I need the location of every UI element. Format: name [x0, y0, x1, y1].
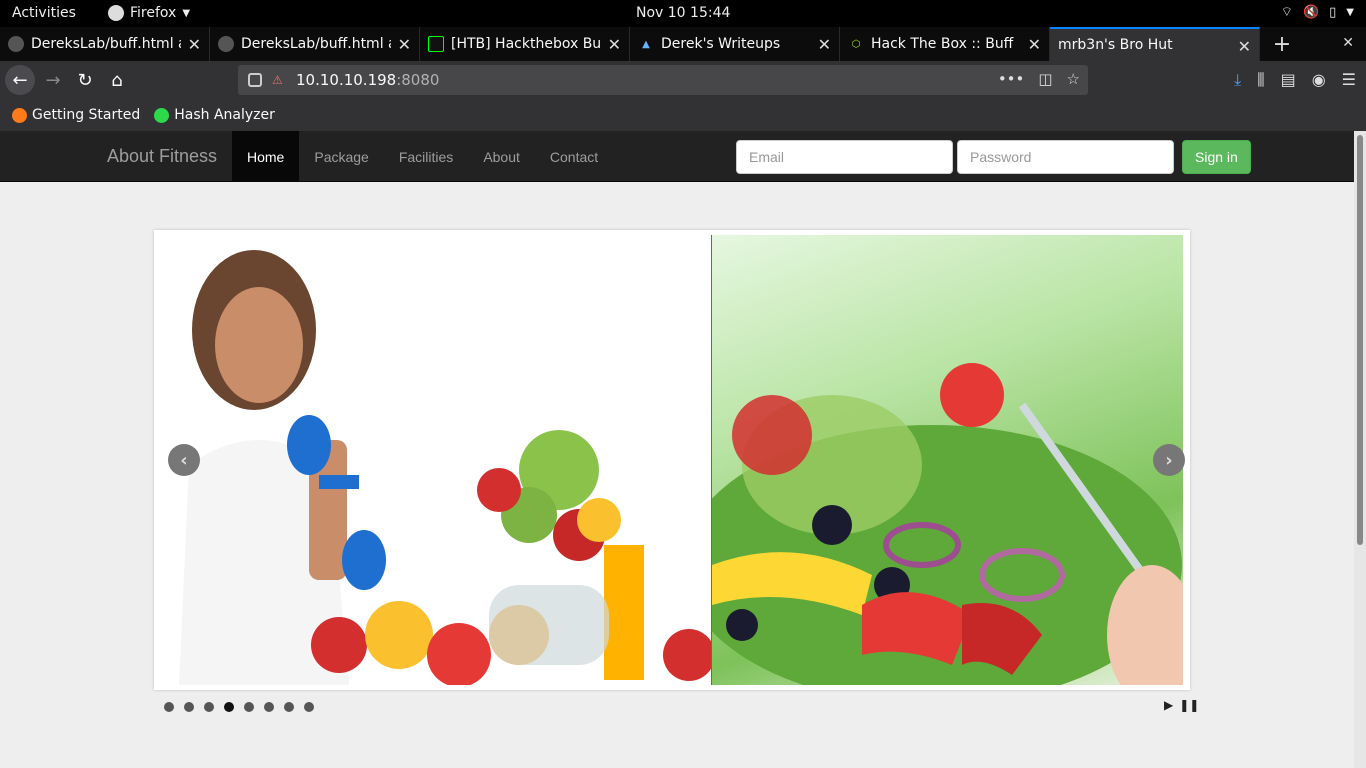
account-icon[interactable]: ◉ — [1312, 70, 1326, 90]
close-tab-icon[interactable]: ✕ — [398, 35, 411, 54]
htb-cube-icon: ⬡ — [851, 38, 861, 50]
browser-tab[interactable]: ⬡ Hack The Box :: Buff ✕ — [840, 27, 1050, 61]
slider-dot[interactable] — [284, 702, 294, 712]
nav-link-facilities[interactable]: Facilities — [384, 131, 468, 182]
close-tab-icon[interactable]: ✕ — [818, 35, 831, 54]
browser-tab[interactable]: ▲ Derek's Writeups ✕ — [630, 27, 840, 61]
tab-title: Derek's Writeups — [661, 36, 781, 52]
system-top-bar: Activities Firefox ▼ Nov 10 15:44 ⌔ 🔇 ▯ … — [0, 0, 1366, 27]
writeups-logo-icon: ▲ — [642, 38, 650, 50]
github-icon — [8, 36, 24, 52]
fitness-woman-fruit-image — [159, 235, 711, 685]
insecure-lock-icon[interactable]: ⚠ — [272, 73, 286, 87]
wifi-icon: ⌔ — [1280, 5, 1293, 20]
nav-link-package[interactable]: Package — [299, 131, 383, 182]
salad-illustration — [712, 363, 1183, 685]
system-tray[interactable]: ⌔ 🔇 ▯ ▼ — [1280, 4, 1354, 21]
site-navbar: About Fitness Home Package Facilities Ab… — [0, 131, 1354, 182]
new-tab-button[interactable]: + — [1260, 27, 1304, 61]
bookmark-item[interactable]: Getting Started — [12, 107, 140, 123]
slider-next-button[interactable]: › — [1153, 444, 1185, 476]
chevron-down-icon: ▼ — [182, 7, 191, 19]
login-form: Sign in — [736, 140, 1251, 174]
forward-button[interactable]: → — [38, 65, 68, 95]
bookmark-label: Getting Started — [32, 107, 141, 123]
hash-analyzer-icon — [154, 107, 170, 123]
salad-image — [711, 235, 1183, 685]
back-button[interactable]: ← — [5, 65, 35, 95]
slider-dot-active[interactable] — [224, 702, 234, 712]
bookmark-star-icon[interactable]: ☆ — [1067, 70, 1080, 88]
close-tab-icon[interactable]: ✕ — [188, 35, 201, 54]
firefox-icon — [108, 5, 124, 21]
reload-button[interactable]: ↻ — [70, 65, 100, 95]
tab-title: mrb3n's Bro Hut — [1058, 37, 1173, 53]
play-icon[interactable]: ▶ — [1164, 698, 1173, 712]
app-menu-label: Firefox — [130, 5, 177, 21]
web-content: About Fitness Home Package Facilities Ab… — [0, 131, 1354, 768]
firefox-icon — [12, 107, 27, 123]
browser-tab[interactable]: DereksLab/buff.html at ✕ — [210, 27, 420, 61]
email-field[interactable] — [736, 140, 953, 174]
sign-in-button[interactable]: Sign in — [1182, 140, 1251, 174]
slider-dot[interactable] — [244, 702, 254, 712]
url-port: :8080 — [396, 71, 440, 89]
pause-icon[interactable]: ❚❚ — [1179, 698, 1199, 712]
password-field[interactable] — [957, 140, 1174, 174]
close-window-icon[interactable]: ✕ — [1342, 35, 1354, 51]
url-bar[interactable]: ⚠ 10.10.10.198:8080 ••• ◫ ☆ — [238, 65, 1088, 95]
tab-strip: DereksLab/buff.html at ✕ DereksLab/buff.… — [0, 27, 1366, 61]
browser-tab[interactable]: DereksLab/buff.html at ✕ — [0, 27, 210, 61]
nav-link-contact[interactable]: Contact — [535, 131, 613, 182]
nav-link-home[interactable]: Home — [232, 131, 300, 182]
close-tab-icon[interactable]: ✕ — [1028, 35, 1041, 54]
sidebar-icon[interactable]: ▤ — [1281, 70, 1296, 90]
navigation-toolbar: ← → ↻ ⌂ ⚠ 10.10.10.198:8080 ••• ◫ ☆ ⤓ ⫼ … — [0, 61, 1366, 99]
slider-prev-button[interactable]: ‹ — [168, 444, 200, 476]
downloads-icon[interactable]: ⤓ — [1234, 70, 1241, 90]
close-tab-icon[interactable]: ✕ — [1238, 37, 1251, 56]
nav-link-about[interactable]: About — [468, 131, 535, 182]
home-button[interactable]: ⌂ — [102, 65, 132, 95]
bookmarks-toolbar: Getting Started Hash Analyzer — [0, 99, 1366, 131]
page-actions-icon[interactable]: ••• — [998, 70, 1025, 88]
bookmark-label: Hash Analyzer — [174, 107, 275, 123]
hamburger-menu-icon[interactable]: ☰ — [1342, 70, 1356, 90]
site-brand[interactable]: About Fitness — [107, 146, 217, 167]
site-nav-links: Home Package Facilities About Contact — [232, 131, 613, 182]
url-host: 10.10.10.198 — [296, 71, 397, 89]
github-icon — [218, 36, 234, 52]
tracking-shield-icon[interactable] — [248, 73, 262, 87]
slider-dot[interactable] — [264, 702, 274, 712]
battery-icon: ▯ — [1329, 4, 1337, 20]
slider-dot[interactable] — [204, 702, 214, 712]
slider-dot[interactable] — [164, 702, 174, 712]
browser-tab-active[interactable]: mrb3n's Bro Hut ✕ — [1050, 27, 1260, 61]
slider-playback-controls: ▶ ❚❚ — [1164, 698, 1199, 712]
bookmark-item[interactable]: Hash Analyzer — [154, 107, 275, 123]
close-tab-icon[interactable]: ✕ — [608, 35, 621, 54]
browser-tab[interactable]: [HTB] Hackthebox Buff ✕ — [420, 27, 630, 61]
image-slider: ‹ › — [154, 230, 1190, 690]
slider-pagination — [164, 702, 314, 712]
scrollbar-thumb[interactable] — [1357, 135, 1363, 545]
tab-title: DereksLab/buff.html at — [241, 36, 391, 52]
slider-dot[interactable] — [184, 702, 194, 712]
library-icon[interactable]: ⫼ — [1257, 70, 1264, 90]
tab-title: [HTB] Hackthebox Buff — [451, 36, 601, 52]
page-scrollbar[interactable] — [1354, 131, 1366, 768]
volume-muted-icon: 🔇 — [1302, 4, 1320, 20]
slider-dot[interactable] — [304, 702, 314, 712]
app-menu[interactable]: Firefox ▼ — [108, 5, 190, 21]
activities-button[interactable]: Activities — [12, 5, 76, 21]
pocket-icon[interactable]: ◫ — [1038, 70, 1052, 88]
fitness-illustration — [179, 250, 711, 685]
terminal-icon — [428, 36, 444, 52]
tab-title: Hack The Box :: Buff — [871, 36, 1014, 52]
clock[interactable]: Nov 10 15:44 — [636, 5, 730, 21]
chevron-down-icon: ▼ — [1346, 6, 1354, 18]
tab-title: DereksLab/buff.html at — [31, 36, 181, 52]
